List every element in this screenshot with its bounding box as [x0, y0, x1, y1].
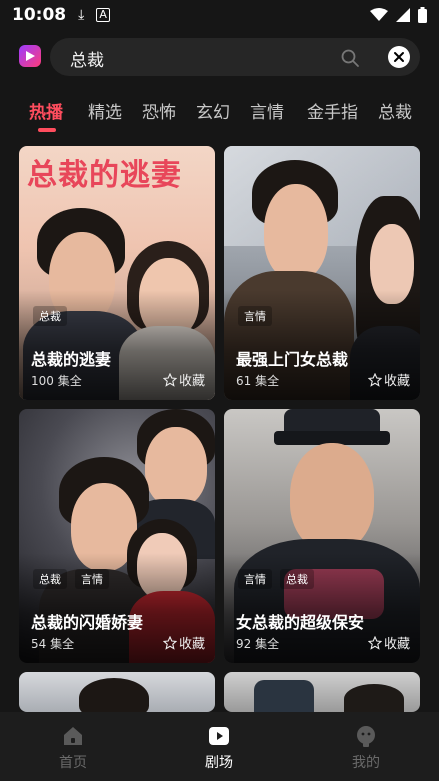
favorite-label: 收藏 — [383, 637, 410, 652]
star-icon — [367, 372, 382, 387]
episode-count: 100 集全 — [31, 374, 82, 388]
tab-featured[interactable]: 精选 — [88, 98, 122, 123]
poster-caption: 总裁的逃妻 — [27, 158, 182, 193]
poster-image — [19, 672, 215, 712]
genre-tag: 总裁 — [280, 569, 314, 589]
favorite-button[interactable]: 收藏 — [367, 370, 410, 389]
episode-count: 54 集全 — [31, 637, 75, 651]
drama-card[interactable] — [224, 672, 420, 712]
signal-icon — [396, 8, 410, 22]
favorite-label: 收藏 — [178, 374, 205, 389]
star-icon — [162, 635, 177, 650]
favorite-label: 收藏 — [178, 637, 205, 652]
notification-icon: A — [96, 8, 110, 22]
poster-image — [224, 672, 420, 712]
close-icon — [394, 52, 404, 62]
search-input[interactable]: 总裁 — [50, 38, 420, 76]
tab-fantasy[interactable]: 玄幻 — [196, 98, 230, 123]
clear-search-button[interactable] — [388, 46, 410, 68]
nav-home[interactable]: 首页 — [33, 724, 113, 772]
download-icon: ⤓ — [78, 7, 85, 23]
status-bar: 10:08 ⤓ A — [0, 0, 439, 30]
drama-card[interactable]: 总裁 言情 总裁的闪婚娇妻 54 集全 收藏 — [19, 409, 215, 663]
episode-count: 61 集全 — [236, 374, 280, 388]
drama-title: 总裁的闪婚娇妻 — [31, 613, 144, 632]
genre-tag: 总裁 — [33, 306, 67, 326]
genre-tag: 总裁 — [33, 569, 67, 589]
genre-tag: 言情 — [238, 569, 272, 589]
home-icon — [64, 727, 82, 745]
star-icon — [367, 635, 382, 650]
active-tab-indicator — [38, 128, 56, 132]
tab-ceo[interactable]: 总裁 — [378, 98, 412, 123]
favorite-button[interactable]: 收藏 — [367, 633, 410, 652]
favorite-button[interactable]: 收藏 — [162, 633, 205, 652]
nav-label: 首页 — [59, 755, 87, 771]
genre-tag: 言情 — [238, 306, 272, 326]
tab-golden-finger[interactable]: 金手指 — [307, 98, 358, 123]
search-icon[interactable] — [340, 48, 360, 68]
tab-horror[interactable]: 恐怖 — [142, 98, 176, 123]
category-tabs: 热播 精选 恐怖 玄幻 言情 金手指 总裁 — [0, 98, 439, 138]
episode-count: 92 集全 — [236, 637, 280, 651]
tab-romance[interactable]: 言情 — [250, 98, 284, 123]
search-row: 总裁 — [0, 36, 439, 78]
nav-theater[interactable]: 剧场 — [179, 724, 259, 772]
favorite-label: 收藏 — [383, 374, 410, 389]
tag-list: 言情 — [238, 306, 272, 326]
search-query: 总裁 — [70, 51, 104, 71]
wifi-icon — [370, 8, 388, 21]
battery-icon — [418, 7, 427, 23]
tab-hot[interactable]: 热播 — [29, 98, 63, 123]
bottom-navigation: 首页 剧场 我的 — [0, 712, 439, 781]
nav-label: 剧场 — [205, 755, 233, 771]
tag-list: 总裁 — [33, 306, 67, 326]
nav-profile[interactable]: 我的 — [326, 724, 406, 772]
drama-card[interactable]: 言情 最强上门女总裁 61 集全 收藏 — [224, 146, 420, 400]
tag-list: 言情 总裁 — [238, 569, 314, 589]
tag-list: 总裁 言情 — [33, 569, 109, 589]
drama-card[interactable]: 言情 总裁 女总裁的超级保安 92 集全 收藏 — [224, 409, 420, 663]
nav-label: 我的 — [352, 755, 380, 771]
genre-tag: 言情 — [75, 569, 109, 589]
drama-title: 总裁的逃妻 — [31, 350, 112, 369]
profile-icon — [357, 726, 375, 747]
play-icon — [209, 727, 229, 745]
drama-card[interactable] — [19, 672, 215, 712]
app-logo — [19, 45, 41, 67]
drama-title: 最强上门女总裁 — [236, 350, 349, 369]
drama-card[interactable]: 总裁的逃妻 总裁 总裁的逃妻 100 集全 收藏 — [19, 146, 215, 400]
drama-title: 女总裁的超级保安 — [236, 613, 365, 632]
drama-grid: 总裁的逃妻 总裁 总裁的逃妻 100 集全 收藏 言情 最强上门女总裁 61 集… — [0, 146, 439, 712]
favorite-button[interactable]: 收藏 — [162, 370, 205, 389]
status-time: 10:08 — [12, 5, 67, 25]
star-icon — [162, 372, 177, 387]
